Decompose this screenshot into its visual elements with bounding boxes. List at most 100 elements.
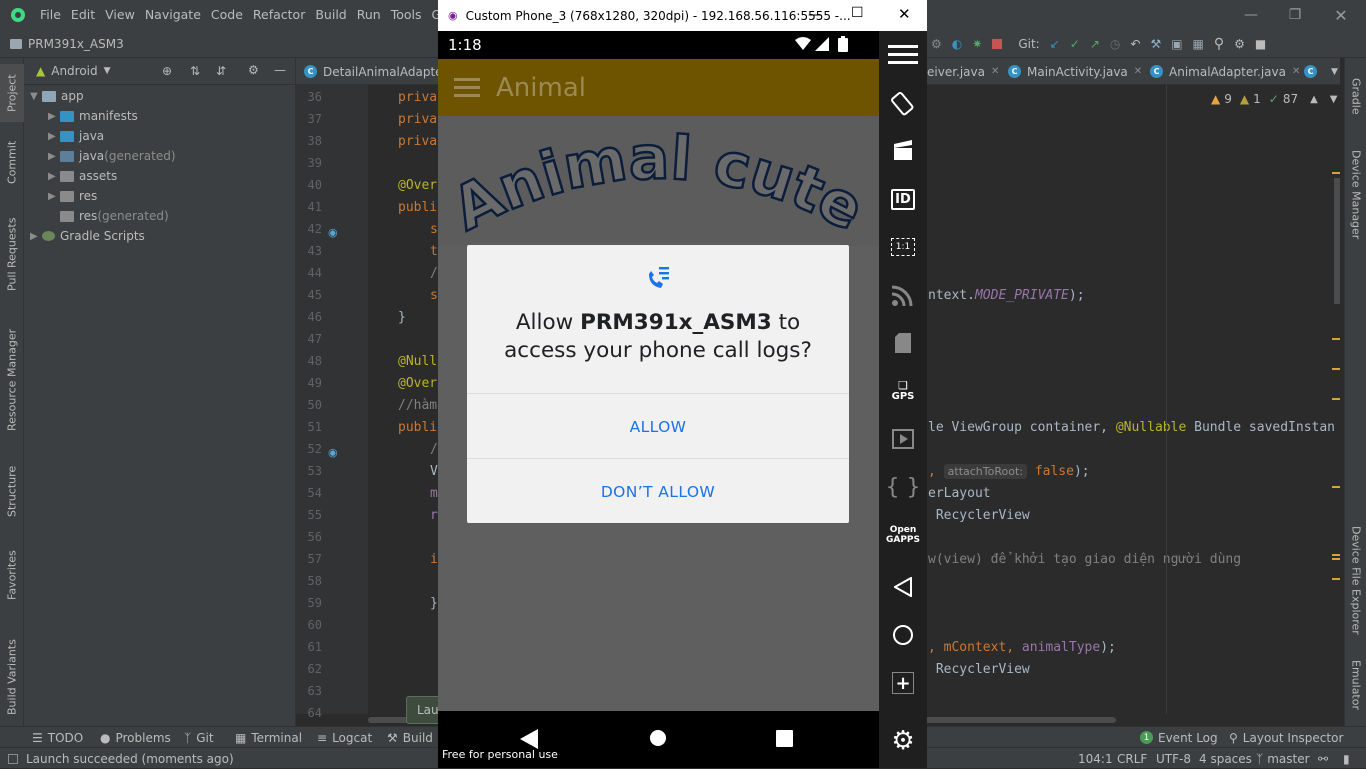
settings-icon[interactable]: ⚙ [879,721,927,761]
menu-navigate[interactable]: Navigate [140,0,206,30]
line-separator[interactable]: CRLF [1117,748,1147,769]
tab-project[interactable]: Project [0,64,24,122]
chevron-right-icon[interactable]: ▶ [30,231,42,242]
override-marker-icon[interactable]: ◉ [328,446,338,459]
status-message[interactable]: Launch succeeded (moments ago) [8,748,234,769]
opengapps-icon[interactable]: Open GAPPS [879,515,927,555]
code-line-40[interactable]: @Over [398,178,437,193]
media-icon[interactable] [879,419,927,459]
code-line-54-right[interactable]: erLayout [928,486,991,501]
pixel-perfect-icon[interactable]: 1:1 [879,227,927,267]
tool-logcat[interactable]: ≡ Logcat [317,727,372,748]
memory-indicator-icon[interactable]: ▮ [1343,748,1350,769]
vertical-scrollbar[interactable] [1334,178,1340,304]
code-line-57[interactable]: i [430,552,438,567]
rotate-icon[interactable] [879,83,927,123]
tab-device-file-explorer[interactable]: Device File Explorer [1345,510,1366,650]
history-icon[interactable]: ◷ [1110,37,1120,51]
tab-main-activity[interactable]: C MainActivity.java ✕ [1008,58,1142,85]
tab-commit[interactable]: Commit [0,134,24,190]
code-line-45-right[interactable]: ntext.MODE_PRIVATE); [928,288,1085,303]
expand-all-icon[interactable]: ⇅ [190,64,200,78]
tab-pull-requests[interactable]: Pull Requests [0,208,24,300]
code-line-52[interactable]: / [430,442,438,457]
code-line-55-right[interactable]: RecyclerView [928,508,1030,523]
git-commit-icon[interactable]: ✓ [1070,37,1080,51]
code-line-50[interactable]: //hàm [398,398,437,413]
screenrecord-icon[interactable] [879,131,927,171]
breadcrumb[interactable]: PRM391x_ASM3 [10,37,124,51]
chevron-down-icon[interactable]: ▼ [30,91,42,102]
code-line-61-right[interactable]: , mContext, animalType); [928,640,1116,655]
tab-receiver[interactable]: eiver.java ✕ [927,58,999,85]
code-line-43[interactable]: t [430,244,438,259]
override-marker-icon[interactable]: ◉ [328,226,338,239]
cast-icon[interactable] [879,275,927,315]
inspections-widget[interactable]: ▲ 9 ▲ 1 ✓ 87 ▲ ▼ [1211,90,1338,108]
error-stripe-marker[interactable] [1332,578,1340,580]
code-line-38[interactable]: priva [398,134,437,149]
minimize-button[interactable]: — [1228,0,1274,30]
tool-event-log[interactable]: 1 Event Log [1140,727,1218,748]
allow-button[interactable]: ALLOW [467,394,849,459]
error-stripe-marker[interactable] [1332,338,1340,340]
code-line-44[interactable]: / [430,266,438,281]
tree-item-gradle-scripts[interactable]: ▶ Gradle Scripts [24,226,295,246]
code-line-51[interactable]: publi [398,420,437,435]
menu-edit[interactable]: Edit [66,0,100,30]
chevron-down-icon[interactable]: ▼ [1331,67,1338,77]
menu-tools[interactable]: Tools [386,0,427,30]
code-line-51-right[interactable]: le ViewGroup container, @Nullable Bundle… [928,420,1335,435]
error-stripe-marker[interactable] [1332,486,1340,488]
tree-item-res-generated[interactable]: res (generated) [24,206,295,226]
code-line-41[interactable]: publi [398,200,437,215]
code-line-53-right[interactable]: , attachToRoot: false); [928,464,1090,479]
code-line-57-right[interactable]: w(view) để khởi tạo giao diện người dùng [928,552,1241,567]
tab-favorites[interactable]: Favorites [0,542,24,608]
code-line-55[interactable]: r [430,508,438,523]
code-line-36[interactable]: priva [398,90,437,105]
git-branch[interactable]: ᛉ master [1256,748,1310,769]
code-line-37[interactable]: priva [398,112,437,127]
close-icon[interactable]: ✕ [1134,66,1142,77]
project-view-selector[interactable]: Android [51,64,97,78]
debug-icon[interactable]: ✷ [972,37,982,51]
error-stripe-marker[interactable] [1332,398,1340,400]
restore-button[interactable]: ❐ [1272,0,1318,30]
tab-structure[interactable]: Structure [0,458,24,524]
tool-terminal[interactable]: ▦ Terminal [235,727,302,748]
hide-panel-icon[interactable]: — [274,63,286,77]
indent-setting[interactable]: 4 spaces [1199,748,1252,769]
tool-todo[interactable]: ☰ TODO [32,727,83,748]
error-stripe-marker[interactable] [1332,558,1340,560]
home-icon[interactable] [879,615,927,655]
tool-problems[interactable]: ● Problems [100,727,171,748]
maximize-button[interactable]: ☐ [851,5,864,21]
back-icon[interactable] [879,567,927,607]
device-id-icon[interactable]: ID [879,179,927,219]
code-line-62-right[interactable]: RecyclerView [928,662,1030,677]
error-stripe-marker[interactable] [1332,554,1340,556]
chevron-right-icon[interactable]: ▶ [48,111,60,122]
chevron-up-icon[interactable]: ▲ [1310,94,1318,105]
tab-device-manager[interactable]: Device Manager [1345,140,1366,250]
menu-file[interactable]: File [35,0,66,30]
git-update-icon[interactable]: ↙ [1050,37,1060,51]
close-button[interactable]: ✕ [898,5,911,23]
menu-icon[interactable] [879,35,927,75]
sim-card-icon[interactable] [879,323,927,363]
menu-build[interactable]: Build [310,0,351,30]
code-line-46[interactable]: } [398,310,406,325]
menu-view[interactable]: View [100,0,140,30]
tool-layout-inspector[interactable]: ⚲ Layout Inspector [1229,727,1343,748]
chevron-down-icon[interactable]: ▼ [1330,94,1338,105]
emulator-title-bar[interactable]: ◉ Custom Phone_3 (768x1280, 320dpi) - 19… [438,0,927,31]
tree-item-app[interactable]: ▼ app [24,86,295,106]
device-manager-icon[interactable]: ▣ [1171,37,1182,51]
tree-item-manifests[interactable]: ▶ manifests [24,106,295,126]
tree-item-java-generated[interactable]: ▶ java (generated) [24,146,295,166]
tree-item-res[interactable]: ▶ res [24,186,295,206]
plus-icon[interactable]: + [879,663,927,703]
tree-item-java[interactable]: ▶ java [24,126,295,146]
code-line-54[interactable]: m [430,486,438,501]
